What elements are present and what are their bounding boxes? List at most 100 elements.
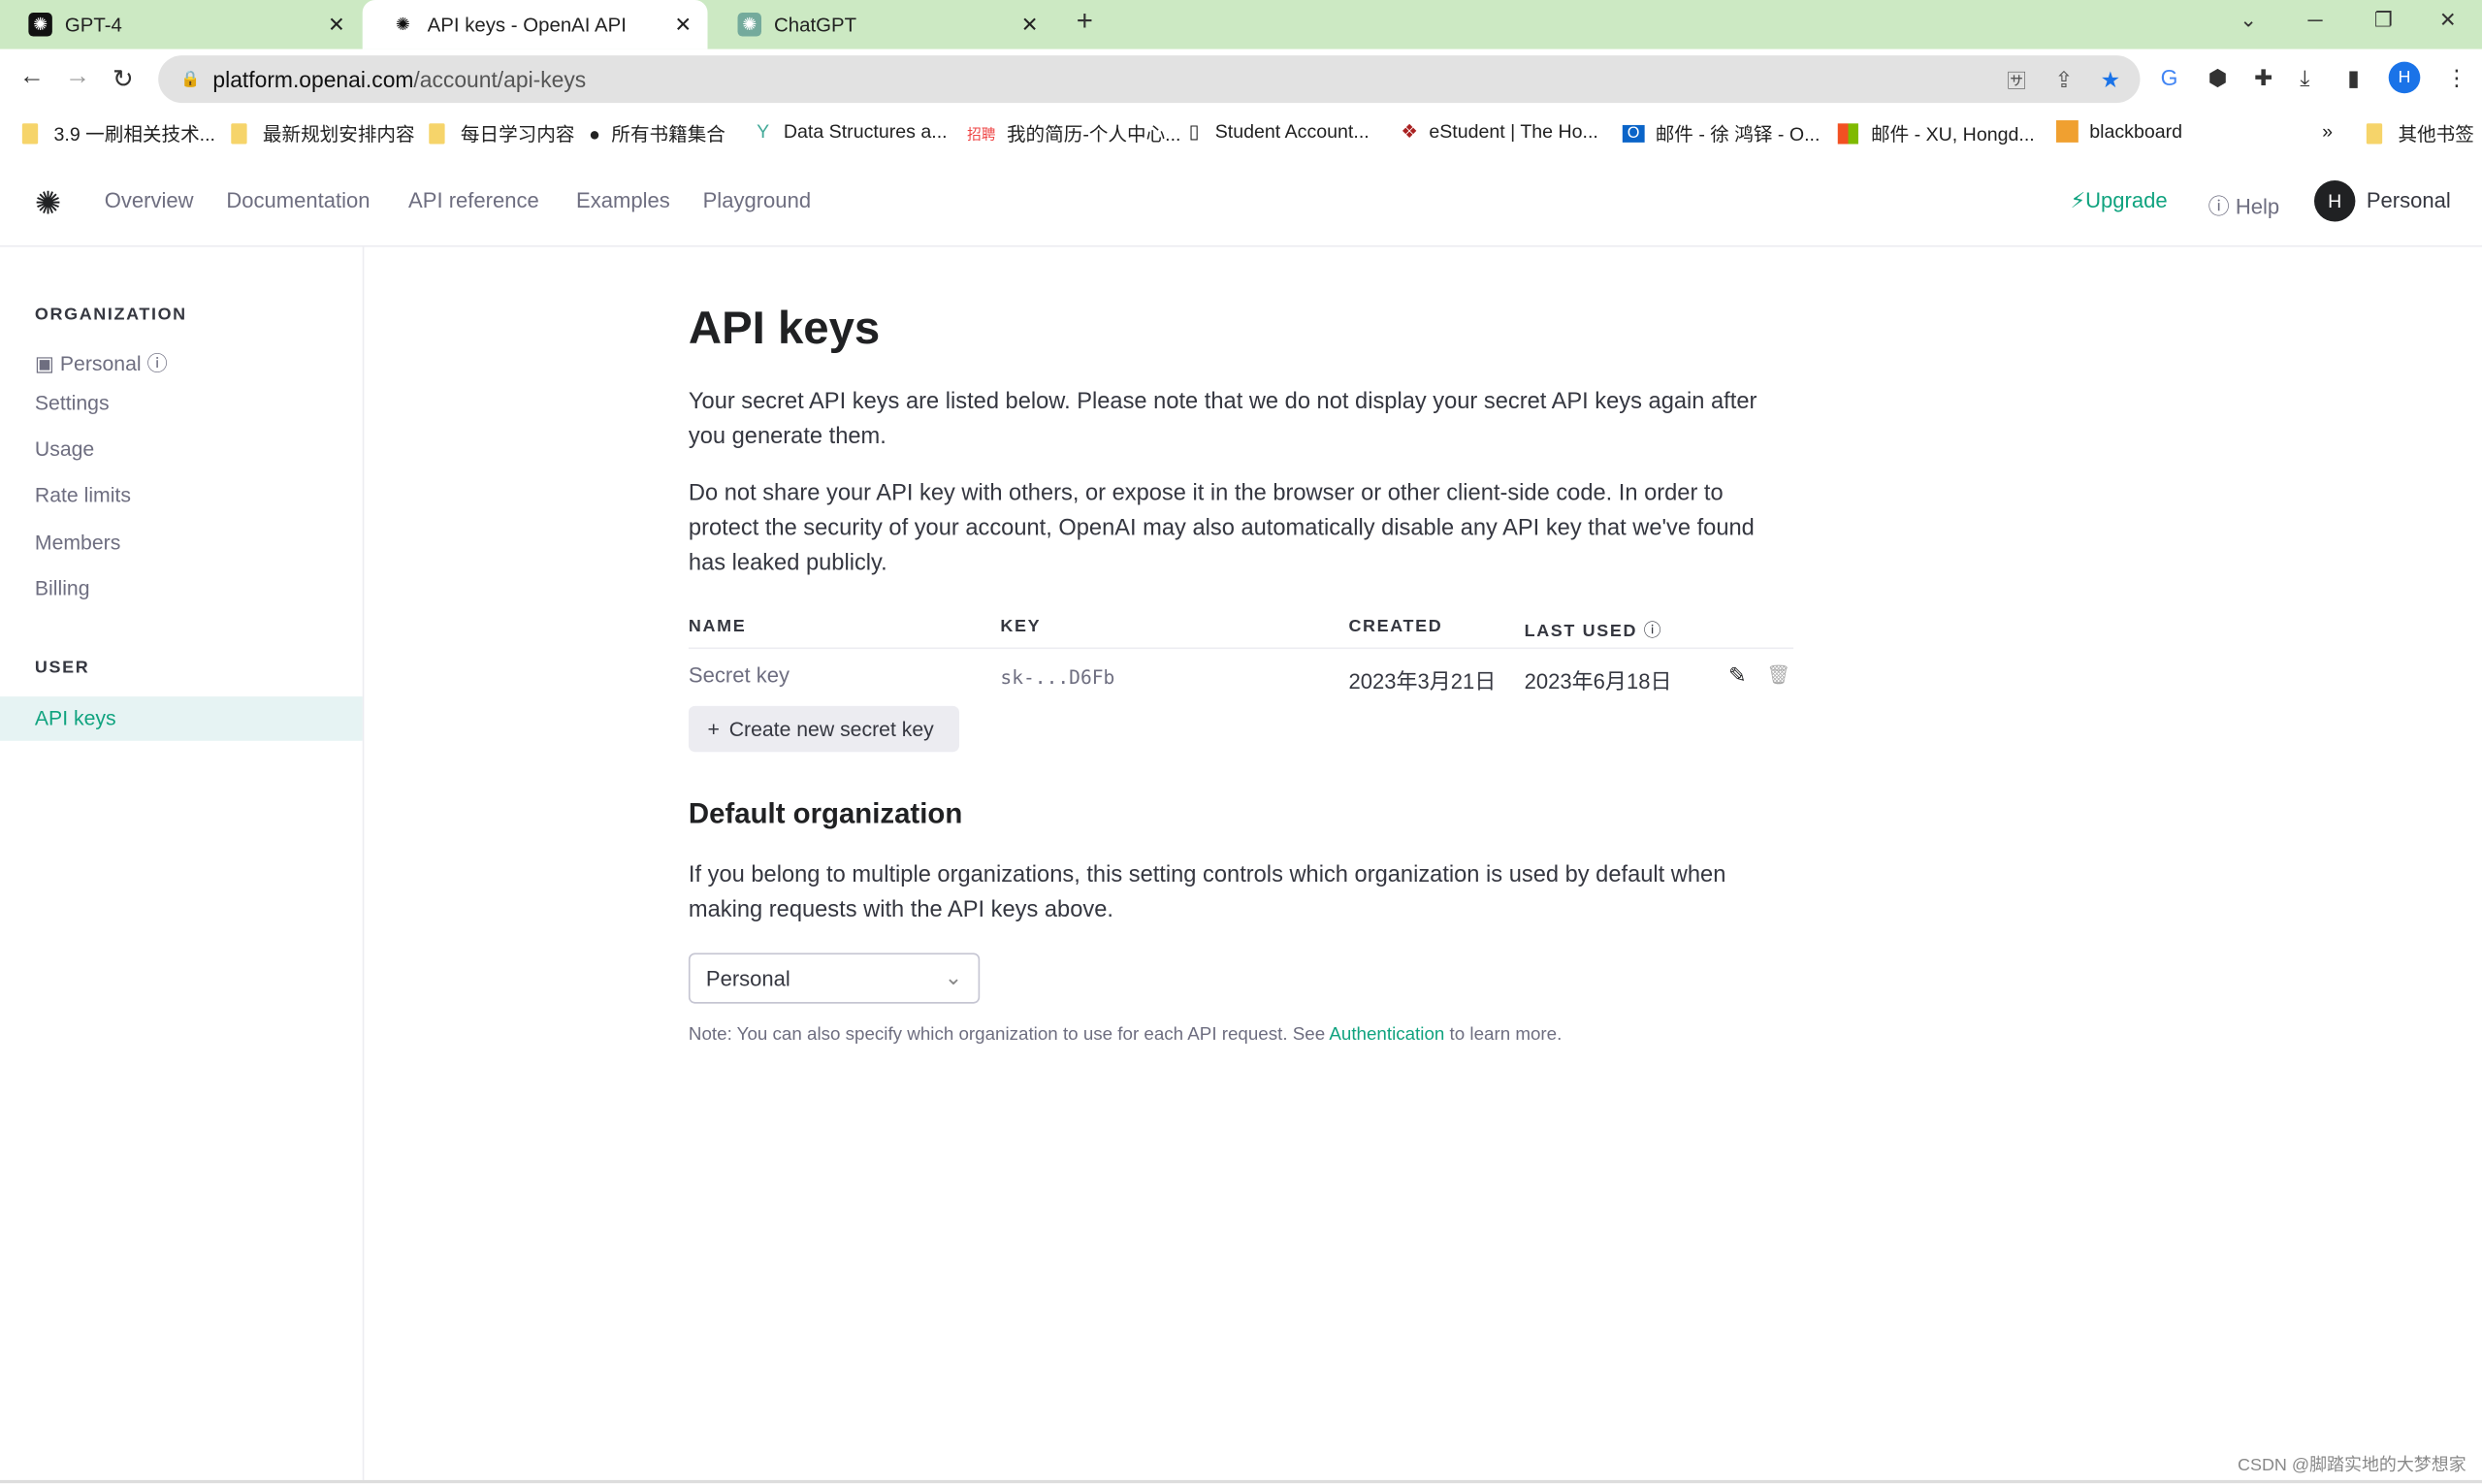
folder-icon bbox=[231, 123, 247, 145]
lock-icon: 🔒 bbox=[180, 70, 201, 88]
upgrade-link[interactable]: ⚡Upgrade bbox=[2071, 188, 2168, 213]
watermark: CSDN @脚踏实地的大梦想家 bbox=[2238, 1456, 2466, 1476]
plus-icon: + bbox=[707, 717, 720, 741]
close-icon[interactable]: ✕ bbox=[674, 12, 692, 37]
help-icon: ⓘ bbox=[2208, 194, 2236, 219]
info-icon[interactable]: ⓘ bbox=[147, 351, 168, 374]
bookmark[interactable]: 每日学习内容 bbox=[429, 120, 574, 147]
folder-icon bbox=[2366, 123, 2383, 145]
page-icon: ▯ bbox=[1188, 120, 1200, 143]
tab-bar: ✺ GPT-4 ✕ ✺ API keys - OpenAI API ✕ ✺ ChatGPT… bbox=[0, 0, 2482, 49]
sidebar-item-usage[interactable]: Usage bbox=[35, 436, 94, 460]
menu-icon[interactable]: ⋮ bbox=[2445, 65, 2467, 92]
back-icon[interactable]: ← bbox=[19, 63, 45, 91]
puzzle-icon[interactable]: ✚ bbox=[2254, 65, 2272, 92]
chevron-down-icon: ⌄ bbox=[944, 965, 963, 989]
nav-examples[interactable]: Examples bbox=[576, 188, 670, 211]
toolbar: ← → ↻ 🔒 platform.openai.com/account/api-k… bbox=[0, 49, 2482, 110]
col-created: CREATED bbox=[1348, 617, 1443, 637]
bookmarks-overflow[interactable]: » bbox=[2322, 120, 2333, 143]
default-org-title: Default organization bbox=[688, 797, 963, 830]
default-org-text: If you belong to multiple organizations,… bbox=[688, 862, 1726, 923]
forward-icon[interactable]: → bbox=[65, 63, 90, 91]
nav-overview[interactable]: Overview bbox=[105, 188, 194, 211]
key-created: 2023年3月21日 bbox=[1348, 669, 1497, 694]
note-text: Note: You can also specify which organiz… bbox=[688, 1025, 1563, 1046]
info-icon[interactable]: ⓘ bbox=[1644, 622, 1663, 641]
sidebar-item-api-keys[interactable]: API keys bbox=[35, 706, 116, 729]
sidebar-item-settings[interactable]: Settings bbox=[35, 391, 110, 414]
bookmark[interactable]: ▯ Student Account... bbox=[1189, 120, 1370, 143]
other-bookmarks[interactable]: 其他书签 bbox=[2366, 120, 2474, 147]
bookmark[interactable]: Y Data Structures a... bbox=[757, 120, 948, 143]
help-link[interactable]: ⓘ Help bbox=[2208, 188, 2279, 220]
download-icon[interactable]: ⤓ bbox=[2300, 65, 2309, 92]
close-icon[interactable]: ✕ bbox=[1021, 12, 1039, 37]
url-path: /account/api-keys bbox=[413, 66, 587, 92]
restore-button[interactable]: ❐ bbox=[2374, 8, 2393, 33]
sidebar: ORGANIZATION ▣ Personal ⓘ Settings Usage… bbox=[0, 246, 365, 1480]
bookmark[interactable]: 邮件 - XU, Hongd... bbox=[1837, 120, 2035, 147]
bookmarks-bar: 3.9 一刷相关技术... 最新规划安排内容 每日学习内容 ● 所有书籍集合 YD… bbox=[0, 110, 2482, 155]
bookmark[interactable]: 招聘 我的简历-个人中心... bbox=[967, 120, 1180, 147]
account-menu[interactable]: Personal bbox=[2367, 188, 2451, 211]
url-host: platform.openai.com bbox=[212, 66, 414, 92]
nav-api-reference[interactable]: API reference bbox=[408, 188, 539, 211]
bookmark[interactable]: blackboard bbox=[2055, 120, 2182, 143]
site-icon: ❖ bbox=[1401, 120, 1418, 143]
edit-icon[interactable]: ✎ bbox=[1728, 663, 1746, 689]
folder-icon bbox=[429, 123, 445, 145]
outlook-icon: O bbox=[1622, 124, 1645, 143]
openai-icon: ✺ bbox=[395, 16, 410, 35]
side-panel-icon[interactable]: ▮ bbox=[2347, 65, 2360, 92]
close-icon[interactable]: ✕ bbox=[328, 12, 345, 37]
tab-title: ChatGPT bbox=[774, 13, 857, 36]
sidebar-item-rate-limits[interactable]: Rate limits bbox=[35, 483, 131, 506]
nav-documentation[interactable]: Documentation bbox=[226, 188, 370, 211]
openai-logo-icon[interactable]: ✺ bbox=[35, 183, 61, 223]
tab-chatgpt[interactable]: ✺ ChatGPT ✕ bbox=[709, 0, 1054, 49]
user-heading: USER bbox=[34, 658, 90, 678]
tab-api-keys[interactable]: ✺ API keys - OpenAI API ✕ bbox=[362, 0, 708, 49]
bolt-icon: ⚡ bbox=[2070, 188, 2086, 212]
create-secret-key-button[interactable]: + Create new secret key bbox=[688, 705, 959, 753]
authentication-link[interactable]: Authentication bbox=[1329, 1026, 1444, 1046]
sidebar-item-members[interactable]: Members bbox=[35, 531, 120, 554]
pencil-icon bbox=[2055, 120, 2079, 143]
org-select[interactable]: Personal ⌄ bbox=[688, 952, 981, 1004]
tab-title: API keys - OpenAI API bbox=[427, 13, 627, 36]
bookmark[interactable]: ● 所有书籍集合 bbox=[589, 120, 725, 147]
bookmark[interactable]: 最新规划安排内容 bbox=[231, 120, 415, 147]
tab-gpt4[interactable]: ✺ GPT-4 ✕ bbox=[0, 0, 361, 49]
github-icon: ● bbox=[589, 122, 600, 145]
bookmark[interactable]: ❖ eStudent | The Ho... bbox=[1401, 120, 1598, 143]
share-icon[interactable]: ⇪ bbox=[2054, 66, 2073, 93]
bookmark[interactable]: 3.9 一刷相关技术... bbox=[21, 120, 215, 147]
new-tab-button[interactable]: + bbox=[1077, 5, 1093, 38]
bookmark-star-icon[interactable]: ★ bbox=[2101, 66, 2121, 93]
bookmark[interactable]: O 邮件 - 徐 鸿铎 - O... bbox=[1622, 120, 1820, 147]
tab-search-icon[interactable]: ⌄ bbox=[2240, 8, 2257, 33]
sidebar-item-org[interactable]: ▣ Personal ⓘ bbox=[35, 346, 168, 376]
google-translate-icon[interactable]: G bbox=[2161, 65, 2178, 90]
page-title: API keys bbox=[688, 304, 881, 355]
minimize-button[interactable]: ─ bbox=[2307, 8, 2322, 31]
profile-avatar[interactable]: H bbox=[2388, 61, 2421, 94]
warning-text: Do not share your API key with others, o… bbox=[688, 481, 1755, 577]
sidebar-item-billing[interactable]: Billing bbox=[35, 576, 90, 599]
col-key: KEY bbox=[1000, 617, 1042, 637]
reload-icon[interactable]: ↻ bbox=[113, 63, 134, 95]
close-window-button[interactable]: ✕ bbox=[2439, 8, 2457, 33]
key-name: Secret key bbox=[688, 662, 790, 688]
link-icon: Y bbox=[757, 120, 770, 143]
trash-icon[interactable]: 🗑 bbox=[1766, 663, 1790, 686]
translate-icon[interactable]: 🈂 bbox=[2007, 66, 2026, 93]
col-name: NAME bbox=[688, 617, 747, 637]
nav-playground[interactable]: Playground bbox=[703, 188, 811, 211]
site-header: ✺ Overview Documentation API reference E… bbox=[0, 155, 2482, 247]
tab-title: GPT-4 bbox=[64, 13, 122, 36]
extension-icon[interactable]: ⬢ bbox=[2208, 65, 2228, 92]
openai-icon: ✺ bbox=[737, 13, 761, 37]
address-bar[interactable]: 🔒 platform.openai.com/account/api-keys 🈂 … bbox=[158, 55, 2141, 104]
account-avatar[interactable]: H bbox=[2313, 180, 2356, 222]
